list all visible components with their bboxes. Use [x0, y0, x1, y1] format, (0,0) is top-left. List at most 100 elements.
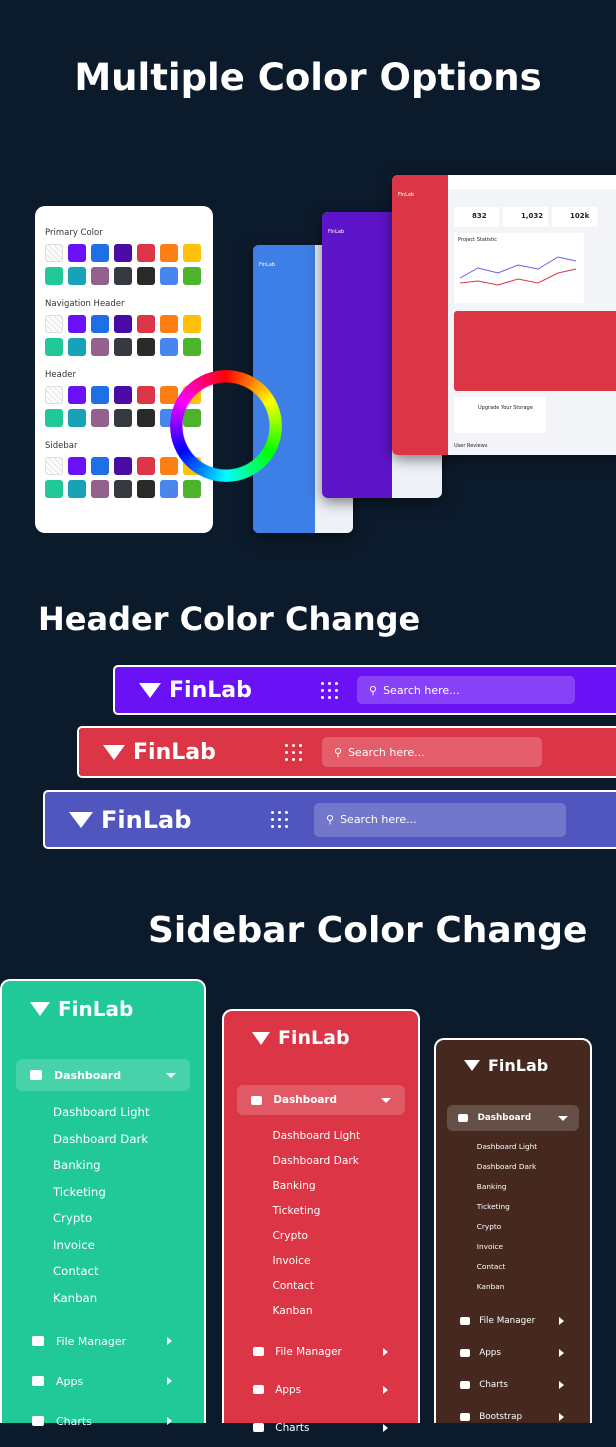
color-swatch[interactable] — [45, 457, 63, 475]
apps-grid-icon[interactable] — [285, 743, 302, 761]
color-swatch[interactable] — [137, 457, 155, 475]
color-swatch[interactable] — [91, 338, 109, 356]
color-swatch[interactable] — [183, 267, 201, 285]
color-swatch[interactable] — [160, 267, 178, 285]
color-swatch[interactable] — [114, 338, 132, 356]
sidebar-item-dashboard[interactable]: Dashboard — [447, 1105, 579, 1131]
sidebar-item-charts[interactable]: Charts — [224, 1409, 418, 1447]
submenu-item[interactable]: Contact — [477, 1257, 590, 1277]
color-swatch[interactable] — [160, 338, 178, 356]
color-swatch[interactable] — [160, 480, 178, 498]
color-swatch[interactable] — [137, 409, 155, 427]
color-swatch[interactable] — [137, 338, 155, 356]
color-swatch[interactable] — [137, 315, 155, 333]
submenu-item[interactable]: Ticketing — [53, 1179, 204, 1206]
color-wheel — [170, 370, 282, 482]
sidebar-item-charts[interactable]: Charts — [436, 1369, 590, 1401]
color-swatch[interactable] — [114, 480, 132, 498]
submenu-item[interactable]: Contact — [272, 1273, 418, 1298]
color-swatch[interactable] — [45, 315, 63, 333]
search-input[interactable]: ⚲ Search here... — [357, 676, 575, 704]
color-swatch[interactable] — [114, 409, 132, 427]
color-swatch[interactable] — [68, 315, 86, 333]
sidebar-item-file-manager[interactable]: File Manager — [224, 1333, 418, 1371]
color-swatch[interactable] — [45, 244, 63, 262]
brand-logo: FinLab — [69, 806, 191, 834]
sidebar-item-file-manager[interactable]: File Manager — [2, 1321, 204, 1361]
storage-card: Upgrade Your Storage — [454, 397, 546, 433]
color-swatch[interactable] — [91, 480, 109, 498]
color-swatch[interactable] — [68, 338, 86, 356]
color-swatch[interactable] — [91, 386, 109, 404]
search-input[interactable]: ⚲ Search here... — [322, 737, 542, 767]
color-swatch[interactable] — [137, 267, 155, 285]
submenu-item[interactable]: Banking — [53, 1152, 204, 1179]
color-swatch[interactable] — [114, 267, 132, 285]
color-swatch[interactable] — [183, 480, 201, 498]
submenu-item[interactable]: Dashboard Dark — [272, 1148, 418, 1173]
submenu-item[interactable]: Banking — [272, 1173, 418, 1198]
color-swatch[interactable] — [68, 386, 86, 404]
color-swatch[interactable] — [137, 386, 155, 404]
submenu-item[interactable]: Kanban — [53, 1285, 204, 1312]
color-swatch[interactable] — [183, 244, 201, 262]
submenu-item[interactable]: Crypto — [477, 1217, 590, 1237]
color-swatch[interactable] — [91, 315, 109, 333]
submenu-item[interactable]: Dashboard Dark — [477, 1157, 590, 1177]
sidebar: FinLab Dashboard Dashboard Light Dashboar… — [434, 1038, 592, 1423]
submenu-item[interactable]: Crypto — [53, 1205, 204, 1232]
color-swatch[interactable] — [137, 480, 155, 498]
color-swatch[interactable] — [45, 409, 63, 427]
color-swatch[interactable] — [160, 315, 178, 333]
submenu-item[interactable]: Dashboard Light — [272, 1123, 418, 1148]
color-swatch[interactable] — [91, 267, 109, 285]
submenu-item[interactable]: Crypto — [272, 1223, 418, 1248]
sidebar-item-apps[interactable]: Apps — [2, 1361, 204, 1401]
color-swatch[interactable] — [114, 244, 132, 262]
submenu-item[interactable]: Ticketing — [477, 1197, 590, 1217]
color-swatch[interactable] — [68, 480, 86, 498]
color-swatch[interactable] — [91, 409, 109, 427]
color-picker-panel: Primary Color Navigation Header Header Side… — [35, 206, 213, 533]
color-swatch[interactable] — [160, 457, 178, 475]
color-swatch[interactable] — [160, 244, 178, 262]
sidebar-item-apps[interactable]: Apps — [436, 1337, 590, 1369]
sidebar-item-bootstrap[interactable]: Bootstrap — [436, 1401, 590, 1433]
submenu-item[interactable]: Invoice — [477, 1237, 590, 1257]
color-swatch[interactable] — [68, 267, 86, 285]
submenu-item[interactable]: Dashboard Light — [53, 1099, 204, 1126]
sidebar-item-apps[interactable]: Apps — [224, 1371, 418, 1409]
color-swatch[interactable] — [91, 244, 109, 262]
submenu-item[interactable]: Banking — [477, 1177, 590, 1197]
color-swatch[interactable] — [68, 244, 86, 262]
color-swatch[interactable] — [45, 267, 63, 285]
submenu-item[interactable]: Kanban — [272, 1298, 418, 1323]
submenu-item[interactable]: Dashboard Light — [477, 1137, 590, 1157]
submenu-item[interactable]: Contact — [53, 1258, 204, 1285]
submenu-item[interactable]: Ticketing — [272, 1198, 418, 1223]
apps-grid-icon[interactable] — [321, 681, 338, 699]
color-swatch[interactable] — [68, 409, 86, 427]
sidebar-item-charts[interactable]: Charts — [2, 1401, 204, 1441]
color-swatch[interactable] — [183, 338, 201, 356]
color-swatch[interactable] — [45, 386, 63, 404]
color-swatch[interactable] — [45, 338, 63, 356]
color-swatch[interactable] — [137, 244, 155, 262]
color-swatch[interactable] — [91, 457, 109, 475]
color-swatch[interactable] — [114, 315, 132, 333]
title-header-change: Header Color Change — [38, 600, 421, 638]
submenu-item[interactable]: Invoice — [53, 1232, 204, 1259]
color-swatch[interactable] — [114, 457, 132, 475]
color-swatch[interactable] — [45, 480, 63, 498]
sidebar-item-dashboard[interactable]: Dashboard — [16, 1059, 190, 1091]
submenu-item[interactable]: Dashboard Dark — [53, 1126, 204, 1153]
color-swatch[interactable] — [114, 386, 132, 404]
submenu-item[interactable]: Invoice — [272, 1248, 418, 1273]
submenu-item[interactable]: Kanban — [477, 1277, 590, 1297]
color-swatch[interactable] — [183, 315, 201, 333]
color-swatch[interactable] — [68, 457, 86, 475]
search-input[interactable]: ⚲ Search here... — [314, 802, 566, 837]
apps-grid-icon[interactable] — [271, 811, 288, 828]
sidebar-item-file-manager[interactable]: File Manager — [436, 1305, 590, 1337]
sidebar-item-dashboard[interactable]: Dashboard — [237, 1085, 405, 1116]
